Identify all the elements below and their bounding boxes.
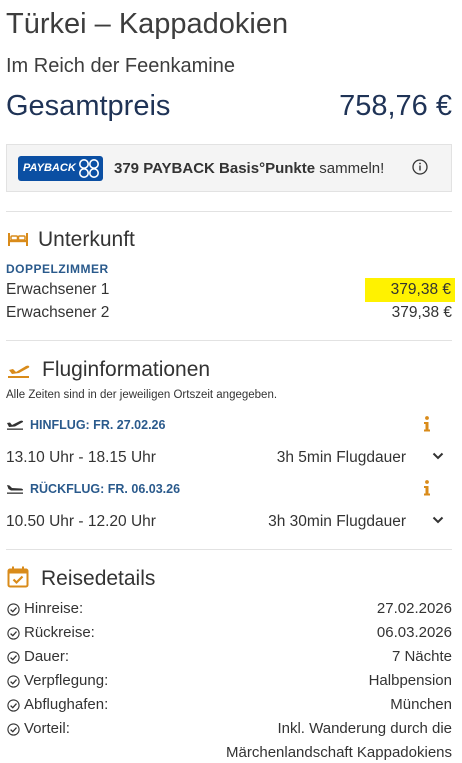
info-circle-icon[interactable] bbox=[412, 159, 428, 175]
payback-logo: PAYBACK bbox=[18, 156, 103, 181]
divider bbox=[6, 211, 452, 212]
return-flight-label: RÜCKFLUG: FR. 06.03.26 bbox=[30, 482, 181, 496]
divider bbox=[6, 340, 452, 341]
total-price-value: 758,76 € bbox=[339, 90, 452, 122]
outbound-flight-times: 13.10 Uhr - 18.15 Uhr bbox=[6, 449, 156, 466]
divider bbox=[6, 549, 452, 550]
detail-label: Hinreise: bbox=[24, 600, 84, 617]
traveler-price-2: 379,38 € bbox=[391, 304, 452, 321]
outbound-flight-duration: 3h 5min Flugdauer bbox=[276, 449, 406, 466]
detail-label: Vorteil: bbox=[24, 720, 70, 737]
plane-return-icon bbox=[7, 485, 23, 494]
detail-value: Inkl. Wanderung durch die bbox=[277, 720, 452, 737]
detail-label: Verpflegung: bbox=[24, 672, 109, 689]
detail-value: 7 Nächte bbox=[391, 648, 452, 665]
traveler-label-2: Erwachsener 2 bbox=[6, 304, 110, 321]
check-circle-icon bbox=[7, 651, 20, 664]
chevron-down-icon[interactable] bbox=[432, 516, 444, 524]
payback-points: 379 PAYBACK Basis°Punkte bbox=[114, 160, 316, 177]
flights-time-note: Alle Zeiten sind in der jeweiligen Ortsz… bbox=[6, 389, 278, 401]
traveler-price-1: 379,38 € bbox=[364, 278, 455, 302]
bed-icon bbox=[8, 233, 28, 246]
page-title: Türkei – Kappadokien bbox=[6, 8, 289, 40]
detail-label: Abflughafen: bbox=[24, 696, 109, 713]
details-title: Reisedetails bbox=[41, 567, 156, 590]
plane-outbound-icon bbox=[7, 420, 24, 430]
check-circle-icon bbox=[7, 699, 20, 712]
calendar-check-icon bbox=[7, 566, 29, 588]
detail-value: 27.02.2026 bbox=[376, 600, 452, 617]
payback-suffix: sammeln! bbox=[319, 160, 385, 177]
plane-departure-icon bbox=[8, 365, 30, 378]
detail-value-continued: Märchenlandschaft Kappadokiens bbox=[226, 744, 452, 761]
detail-value: 06.03.2026 bbox=[376, 624, 452, 641]
outbound-info-icon[interactable] bbox=[423, 416, 431, 432]
payback-logo-text: PAYBACK bbox=[23, 162, 76, 174]
return-flight-times: 10.50 Uhr - 12.20 Uhr bbox=[6, 513, 156, 530]
payback-banner: PAYBACK 379 PAYBACK Basis°Punkte sammeln… bbox=[6, 144, 452, 192]
check-circle-icon bbox=[7, 723, 20, 736]
total-price-label: Gesamtpreis bbox=[6, 90, 171, 122]
detail-label: Dauer: bbox=[24, 648, 70, 665]
outbound-flight-label: HINFLUG: FR. 27.02.26 bbox=[30, 418, 166, 432]
return-flight-duration: 3h 30min Flugdauer bbox=[268, 513, 406, 530]
check-circle-icon bbox=[7, 603, 20, 616]
check-circle-icon bbox=[7, 627, 20, 640]
accommodation-title: Unterkunft bbox=[38, 228, 135, 251]
detail-value: Halbpension bbox=[368, 672, 452, 689]
traveler-label-1: Erwachsener 1 bbox=[6, 281, 110, 298]
detail-label: Rückreise: bbox=[24, 624, 95, 641]
flights-title: Fluginformationen bbox=[42, 358, 211, 381]
return-info-icon[interactable] bbox=[423, 480, 431, 496]
chevron-down-icon[interactable] bbox=[432, 452, 444, 460]
check-circle-icon bbox=[7, 675, 20, 688]
detail-value: München bbox=[390, 696, 452, 713]
room-type: DOPPELZIMMER bbox=[6, 262, 109, 276]
page-subtitle: Im Reich der Feenkamine bbox=[6, 55, 235, 77]
payback-dots-icon bbox=[79, 159, 99, 178]
payback-points-text: 379 PAYBACK Basis°Punkte sammeln! bbox=[114, 160, 384, 177]
